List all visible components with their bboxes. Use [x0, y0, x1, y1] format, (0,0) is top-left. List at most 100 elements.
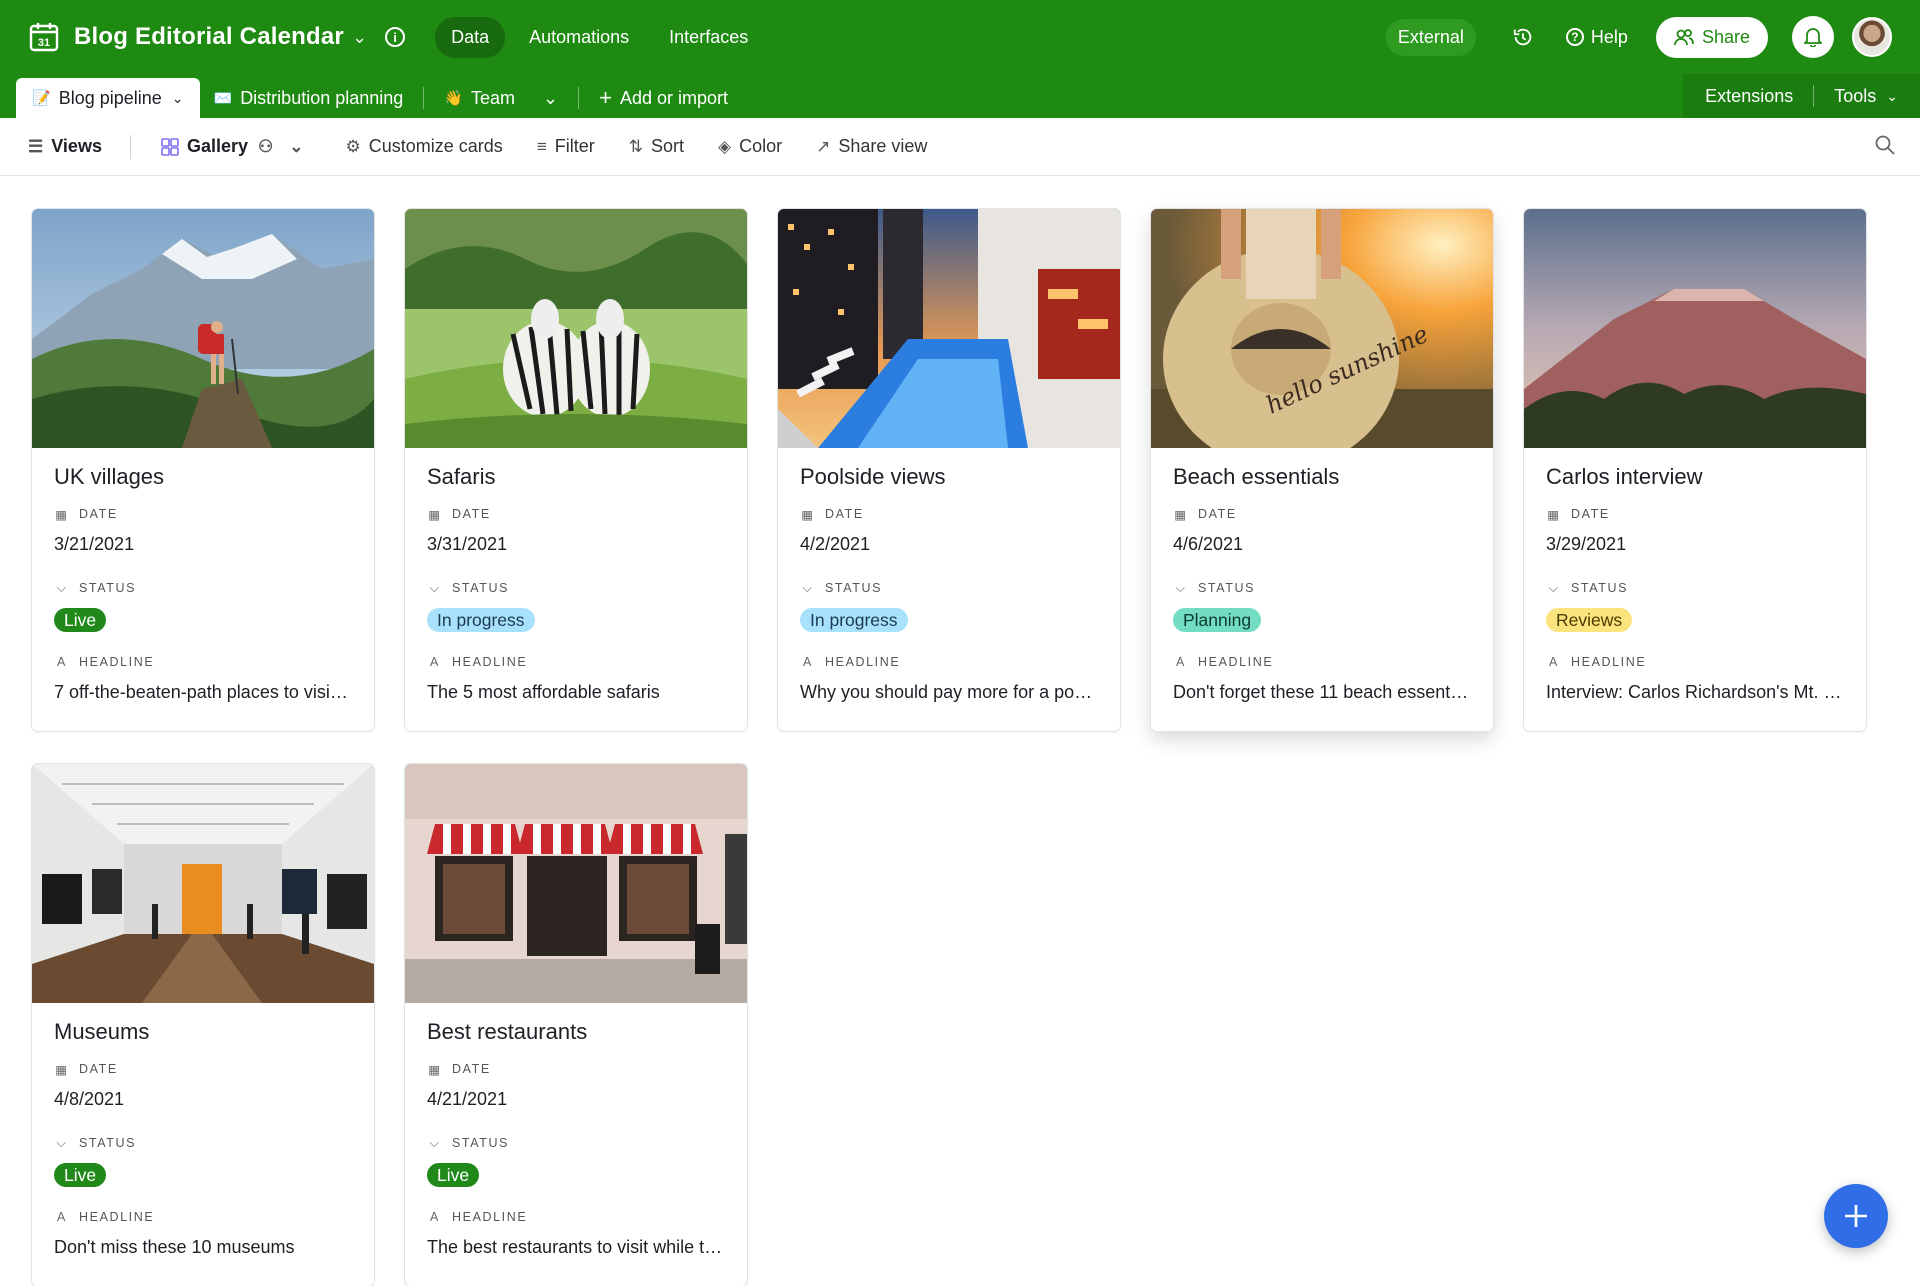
date-value: 3/31/2021	[427, 534, 508, 554]
record-card[interactable]: Carlos interview ▦ Date 3/29/2021 ⌵ Status…	[1524, 209, 1866, 731]
chevron-down-icon[interactable]: ⌄	[352, 27, 367, 48]
date-value: 3/21/2021	[54, 534, 135, 554]
calendar-icon: ▦	[55, 1062, 69, 1077]
table-tab-distribution-planning[interactable]: ✉️ Distribution planning	[200, 78, 418, 118]
color-button[interactable]: ◈ Color	[718, 136, 782, 157]
record-card[interactable]: Museums ▦ Date 4/8/2021 ⌵ Status Live A Hea…	[32, 764, 374, 1286]
museum-hall-image	[32, 764, 374, 1003]
user-avatar[interactable]	[1852, 17, 1892, 57]
text-field-icon: A	[430, 1210, 440, 1224]
top-bar: 31 Blog Editorial Calendar ⌄ i Data Auto…	[0, 0, 1920, 74]
gallery-icon	[161, 137, 179, 156]
text-field-icon: A	[1549, 655, 1559, 669]
nav-tab-interfaces[interactable]: Interfaces	[653, 17, 764, 58]
color-label: Color	[739, 136, 783, 156]
notifications-button[interactable]	[1792, 16, 1834, 58]
headline-value: The best restaurants to visit while trav…	[427, 1237, 725, 1257]
filter-icon: ≡	[536, 136, 547, 156]
info-icon[interactable]: i	[385, 27, 406, 47]
help-icon: ?	[1565, 28, 1584, 46]
collaborators-icon: ⚇	[258, 136, 274, 156]
table-tab-label: Team	[470, 87, 515, 108]
memo-icon: 📝	[32, 90, 51, 107]
more-tables-button[interactable]: ⌄	[529, 78, 572, 118]
sort-label: Sort	[650, 136, 684, 156]
help-label: Help	[1590, 26, 1628, 47]
chevron-circle-icon: ⌵	[429, 1135, 441, 1150]
share-view-button[interactable]: ↗ Share view	[816, 136, 927, 157]
field-label-date: ▦ Date	[1173, 504, 1471, 524]
text-field-icon: A	[803, 655, 813, 669]
record-card[interactable]: Safaris ▦ Date 3/31/2021 ⌵ Status In progr…	[405, 209, 747, 731]
record-card[interactable]: Poolside views ▦ Date 4/2/2021 ⌵ Status In…	[778, 209, 1120, 731]
field-label-status: ⌵ Status	[427, 1133, 725, 1153]
field-label-text: Status	[1571, 581, 1629, 595]
nav-tab-automations[interactable]: Automations	[513, 17, 645, 58]
date-value: 3/29/2021	[1546, 534, 1627, 554]
extensions-button[interactable]: Extensions	[1691, 76, 1807, 116]
filter-button[interactable]: ≡ Filter	[537, 136, 595, 157]
external-badge[interactable]: External	[1385, 18, 1476, 56]
svg-text:31: 31	[38, 37, 50, 49]
share-label: Share	[1701, 26, 1750, 47]
text-field-icon: A	[1176, 655, 1186, 669]
nav-tab-data[interactable]: Data	[435, 16, 506, 58]
chevron-circle-icon: ⌵	[802, 580, 814, 595]
field-label-text: Status	[79, 581, 137, 595]
tools-button[interactable]: Tools ⌄	[1820, 76, 1912, 116]
table-tab-team[interactable]: 👋 Team	[430, 78, 529, 118]
headline-value: Don't miss these 10 museums	[54, 1237, 295, 1257]
share-button[interactable]: Share	[1655, 16, 1768, 58]
field-label-text: Headline	[452, 1210, 528, 1224]
field-label-text: Status	[825, 581, 883, 595]
divider	[1813, 85, 1815, 107]
field-label-date: ▦ Date	[1546, 504, 1844, 524]
mountain-hiker-image	[32, 209, 374, 448]
record-card[interactable]: UK villages ▦ Date 3/21/2021 ⌵ Status Live…	[32, 209, 374, 731]
status-badge: Live	[54, 1163, 107, 1187]
calendar-icon: ▦	[1174, 507, 1188, 522]
history-icon[interactable]	[1512, 26, 1534, 48]
record-card[interactable]: hello sunshine Beach essentials ▦ Date 4/…	[1151, 209, 1493, 731]
chevron-circle-icon: ⌵	[429, 580, 441, 595]
chevron-down-icon[interactable]: ⌄	[172, 90, 184, 107]
date-value: 4/2/2021	[800, 534, 871, 554]
field-label-headline: A Headline	[427, 652, 725, 672]
add-or-import-button[interactable]: + Add or import	[585, 78, 742, 118]
help-button[interactable]: ? Help	[1565, 26, 1628, 48]
field-label-status: ⌵ Status	[1173, 578, 1471, 598]
calendar-icon: ▦	[428, 1062, 442, 1077]
record-card[interactable]: Best restaurants ▦ Date 4/21/2021 ⌵ Status…	[405, 764, 747, 1286]
waving-hand-icon: 👋	[444, 90, 463, 107]
calendar-icon: ▦	[801, 507, 815, 522]
field-label-text: Date	[452, 1062, 491, 1076]
search-icon[interactable]	[1874, 134, 1896, 156]
field-label-text: Status	[452, 1136, 510, 1150]
table-tab-blog-pipeline[interactable]: 📝 Blog pipeline ⌄	[16, 78, 200, 118]
calendar-icon[interactable]: 31	[28, 21, 60, 53]
base-title[interactable]: Blog Editorial Calendar	[74, 23, 344, 51]
field-label-headline: A Headline	[1546, 652, 1844, 672]
table-tab-label: Distribution planning	[240, 87, 404, 108]
field-label-status: ⌵ Status	[1546, 578, 1844, 598]
envelope-icon: ✉️	[213, 90, 233, 107]
field-label-text: Date	[79, 1062, 118, 1076]
card-title: Beach essentials	[1173, 464, 1340, 489]
card-title: Safaris	[427, 464, 496, 489]
text-field-icon: A	[57, 655, 67, 669]
view-switcher[interactable]: Gallery ⚇ ⌄	[161, 136, 312, 157]
field-label-headline: A Headline	[427, 1207, 725, 1227]
text-field-icon: A	[57, 1210, 67, 1224]
view-toolbar: ☰ Views Gallery ⚇ ⌄ ⚙ Customize cards ≡ Fil…	[0, 118, 1920, 176]
headline-value: Interview: Carlos Richardson's Mt. Kilim…	[1546, 682, 1844, 702]
customize-cards-button[interactable]: ⚙ Customize cards	[346, 136, 503, 157]
table-tabs: 📝 Blog pipeline ⌄ ✉️ Distribution planni…	[0, 74, 1920, 118]
headline-value: Why you should pay more for a poolside v…	[800, 682, 1098, 702]
sort-button[interactable]: ⇅ Sort	[629, 136, 684, 157]
field-label-headline: A Headline	[1173, 652, 1471, 672]
plus-icon: +	[599, 85, 612, 110]
add-record-button[interactable]	[1824, 1184, 1888, 1248]
views-button[interactable]: ☰ Views	[28, 136, 102, 157]
field-label-text: Headline	[825, 655, 901, 669]
field-label-text: Headline	[1198, 655, 1274, 669]
